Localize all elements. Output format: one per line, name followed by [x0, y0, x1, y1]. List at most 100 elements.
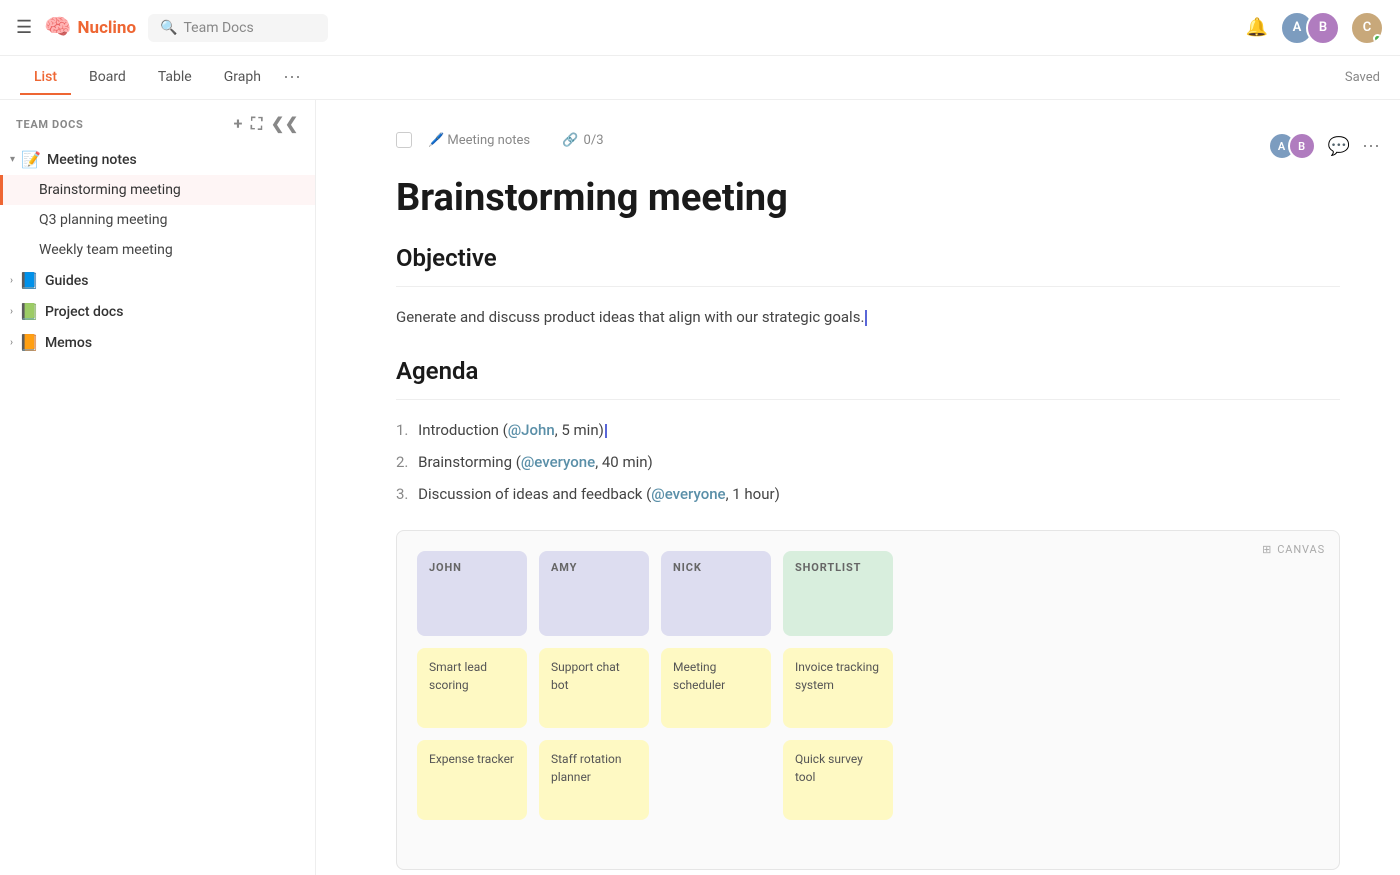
meeting-notes-group-label[interactable]: ▾ 📝 Meeting notes □ — [0, 144, 315, 175]
kanban-col-amy: AMY — [539, 551, 649, 636]
card-invoice-tracking[interactable]: Invoice tracking system — [783, 648, 893, 728]
card-meeting-scheduler[interactable]: Meeting scheduler — [661, 648, 771, 728]
sidebar: TEAM DOCS + ⛶ ❮❮ ▾ 📝 Meeting notes □ Bra… — [0, 100, 316, 875]
mention-everyone-1: @everyone — [521, 453, 595, 471]
canvas-label-text: CANVAS — [1277, 543, 1325, 556]
logo-icon: 🧠 — [44, 15, 71, 40]
tab-list[interactable]: List — [20, 61, 71, 95]
agenda-num-2: 2. — [396, 453, 408, 471]
card-quick-survey[interactable]: Quick survey tool — [783, 740, 893, 820]
guides-label: Guides — [45, 273, 88, 289]
saved-label: Saved — [1345, 70, 1380, 85]
check-count-text: 0/3 — [584, 133, 604, 148]
divider-agenda — [396, 399, 1340, 400]
meeting-notes-icon: 📝 — [21, 150, 41, 169]
doc-title: Brainstorming meeting — [396, 176, 1340, 220]
guides-group-label[interactable]: › 📘 Guides □ — [0, 265, 315, 296]
check-count: 🔗 0/3 — [562, 133, 603, 148]
tab-board[interactable]: Board — [75, 61, 140, 95]
comment-icon[interactable]: 💬 — [1328, 136, 1350, 157]
sidebar-group-project-docs: › 📗 Project docs □ — [0, 296, 315, 327]
expand-icon[interactable]: ⛶ — [251, 114, 263, 134]
card-expense-tracker[interactable]: Expense tracker — [417, 740, 527, 820]
mention-john: @John — [508, 421, 555, 439]
card-text: Support chat bot — [551, 658, 637, 694]
card-smart-lead-scoring[interactable]: Smart lead scoring — [417, 648, 527, 728]
objective-text-content: Generate and discuss product ideas that … — [396, 308, 864, 326]
sidebar-item-q3[interactable]: Q3 planning meeting □ — [0, 205, 315, 235]
brainstorming-label: Brainstorming meeting — [39, 182, 292, 198]
col-john-label: JOHN — [429, 561, 462, 574]
search-placeholder: Team Docs — [183, 20, 253, 36]
objective-heading: Objective — [396, 244, 1340, 272]
objective-text: Generate and discuss product ideas that … — [396, 305, 1340, 329]
bell-icon[interactable]: 🔔 — [1246, 17, 1268, 38]
canvas-label: ⊞ CANVAS — [1262, 543, 1325, 556]
doc-collaborators: A B — [1268, 132, 1316, 160]
card-text: Expense tracker — [429, 750, 514, 768]
cursor-1 — [605, 424, 607, 438]
kanban-col-nick: NICK — [661, 551, 771, 636]
workspace-label: TEAM DOCS — [16, 118, 83, 131]
kanban-col-john: JOHN — [417, 551, 527, 636]
hamburger-icon[interactable]: ☰ — [16, 17, 32, 38]
logo-text: Nuclino — [78, 18, 137, 38]
agenda-item-1: 1. Introduction (@John, 5 min) — [396, 418, 1340, 442]
card-text: Smart lead scoring — [429, 658, 515, 694]
chevron-right-icon: › — [10, 275, 13, 286]
meeting-notes-label: Meeting notes — [47, 152, 137, 168]
card-text: Staff rotation planner — [551, 750, 637, 786]
collapse-icon[interactable]: ❮❮ — [271, 114, 299, 134]
sidebar-group-memos: › 📙 Memos □ — [0, 327, 315, 358]
divider-objective — [396, 286, 1340, 287]
sidebar-item-weekly[interactable]: Weekly team meeting □ — [0, 235, 315, 265]
tab-more-icon[interactable]: ⋯ — [283, 67, 301, 88]
chevron-right-icon3: › — [10, 337, 13, 348]
sidebar-group-guides: › 📘 Guides □ — [0, 265, 315, 296]
chevron-right-icon2: › — [10, 306, 13, 317]
project-docs-icon: 📗 — [19, 302, 39, 321]
agenda-heading: Agenda — [396, 357, 1340, 385]
kanban-col-shortlist: SHORTLIST — [783, 551, 893, 636]
avatar-current-user[interactable]: C — [1350, 11, 1384, 45]
col-shortlist-label: SHORTLIST — [795, 561, 861, 574]
doc-avatar2: B — [1288, 132, 1316, 160]
doc-top: 🖊️ Meeting notes 🔗 0/3 — [396, 132, 1340, 148]
top-nav: ☰ 🧠 Nuclino 🔍 Team Docs 🔔 A B C — [0, 0, 1400, 56]
card-text: Invoice tracking system — [795, 658, 881, 694]
avatar-group: A B C — [1280, 11, 1384, 45]
doc-checkbox[interactable] — [396, 132, 412, 148]
content-area: A B 💬 ⋯ 🖊️ Meeting notes 🔗 0/3 Brainstor… — [316, 100, 1400, 875]
project-docs-label: Project docs — [45, 304, 123, 320]
project-docs-group-label[interactable]: › 📗 Project docs □ — [0, 296, 315, 327]
memos-group-label[interactable]: › 📙 Memos □ — [0, 327, 315, 358]
card-text: Quick survey tool — [795, 750, 881, 786]
card-staff-rotation[interactable]: Staff rotation planner — [539, 740, 649, 820]
search-bar[interactable]: 🔍 Team Docs — [148, 14, 328, 42]
tab-table[interactable]: Table — [144, 61, 206, 95]
breadcrumb-text: 🖊️ Meeting notes — [428, 133, 530, 148]
search-icon: 🔍 — [160, 20, 177, 36]
canvas-area: ⊞ CANVAS JOHN AMY NICK SHORTLIST — [396, 530, 1340, 870]
content-right-actions: A B 💬 ⋯ — [1268, 132, 1380, 160]
guides-icon: 📘 — [19, 271, 39, 290]
q3-label: Q3 planning meeting — [39, 212, 292, 228]
agenda-item-3: 3. Discussion of ideas and feedback (@ev… — [396, 482, 1340, 506]
sidebar-header: TEAM DOCS + ⛶ ❮❮ — [0, 100, 315, 144]
sidebar-item-brainstorming[interactable]: Brainstorming meeting □ — [0, 175, 315, 205]
canvas-icon: ⊞ — [1262, 543, 1272, 556]
mention-everyone-2: @everyone — [651, 485, 725, 503]
add-icon[interactable]: + — [234, 114, 243, 134]
tab-graph[interactable]: Graph — [210, 61, 275, 95]
card-support-chat-bot[interactable]: Support chat bot — [539, 648, 649, 728]
agenda-list: 1. Introduction (@John, 5 min) 2. Brains… — [396, 418, 1340, 506]
doc-more-icon[interactable]: ⋯ — [1362, 136, 1380, 157]
kanban-grid: JOHN AMY NICK SHORTLIST Smart lead scori… — [417, 551, 1319, 820]
online-dot — [1373, 34, 1382, 43]
sidebar-header-actions: + ⛶ ❮❮ — [234, 114, 299, 134]
tab-bar: List Board Table Graph ⋯ Saved — [0, 56, 1400, 100]
breadcrumb[interactable]: 🖊️ Meeting notes — [428, 133, 530, 148]
logo[interactable]: 🧠 Nuclino — [44, 15, 136, 40]
agenda-item-2: 2. Brainstorming (@everyone, 40 min) — [396, 450, 1340, 474]
sidebar-group-meeting-notes: ▾ 📝 Meeting notes □ Brainstorming meetin… — [0, 144, 315, 265]
